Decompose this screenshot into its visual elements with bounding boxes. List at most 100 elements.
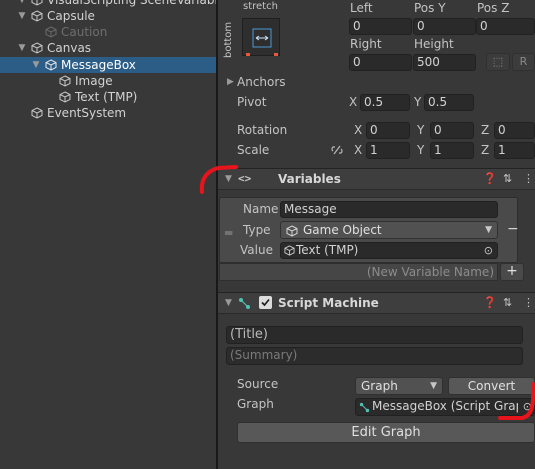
new-variable-row: (New Variable Name) — [219, 263, 498, 281]
gameobject-cube-icon — [31, 107, 43, 119]
hierarchy-item-canvas[interactable]: ▼ Canvas — [0, 40, 216, 56]
variable-name-field[interactable]: Message — [280, 201, 498, 218]
right-field[interactable]: 0 — [349, 54, 412, 71]
pos-y-label: Pos Y — [414, 1, 446, 15]
height-field[interactable]: 500 — [413, 54, 476, 71]
height-label: Height — [414, 37, 454, 51]
hierarchy-item-capsule[interactable]: ▼ Capsule — [0, 8, 216, 24]
rotation-z-label: Z — [481, 123, 490, 137]
anchors-label[interactable]: Anchors — [237, 75, 286, 89]
variable-name-label: Name — [243, 202, 279, 216]
hierarchy-item-eventsystem[interactable]: EventSystem — [0, 105, 216, 121]
variable-value-label: Value — [240, 243, 273, 257]
gameobject-cube-icon — [31, 0, 43, 6]
hierarchy-item-scene-variables[interactable]: ▼ VisualScripting SceneVariables — [0, 0, 216, 8]
anchors-foldout-icon[interactable]: ▶ — [227, 77, 234, 87]
blueprint-mode-button[interactable]: ⬚ — [486, 53, 510, 71]
variables-title: Variables — [278, 172, 341, 186]
hierarchy-item-label: Capsule — [47, 9, 95, 23]
hierarchy-item-label: VisualScripting SceneVariables — [47, 0, 216, 7]
graph-title-input[interactable]: (Title) — [226, 326, 523, 344]
rotation-x-label: X — [354, 123, 363, 137]
collapse-arrow-icon[interactable]: ▼ — [17, 8, 27, 24]
more-options-icon[interactable]: ⋮ — [523, 296, 534, 309]
anchor-preset-stretch-label: stretch — [243, 1, 278, 12]
inspector-panel: stretch bottom Left Pos Y Pos Z 0 0 0 Ri… — [218, 0, 535, 469]
more-options-icon[interactable]: ⋮ — [523, 172, 534, 185]
scale-label: Scale — [237, 143, 270, 157]
script-machine-title: Script Machine — [278, 296, 379, 310]
scale-x-label: X — [354, 143, 363, 157]
variable-type-dropdown[interactable]: Game Object ▼ — [280, 221, 498, 239]
variable-value-text: Text (TMP) — [296, 243, 359, 257]
pivot-label: Pivot — [237, 95, 267, 109]
variable-type-value: Game Object — [303, 223, 382, 237]
help-icon[interactable]: ❓ — [483, 296, 497, 309]
hierarchy-item-text-tmp[interactable]: Text (TMP) — [0, 89, 216, 105]
pos-y-field[interactable]: 0 — [413, 18, 476, 35]
gameobject-cube-icon — [59, 75, 71, 87]
hierarchy-item-label: MessageBox — [61, 58, 136, 72]
collapse-arrow-icon[interactable]: ▼ — [17, 40, 27, 56]
anchor-preset-button[interactable] — [242, 18, 280, 56]
help-icon[interactable]: ❓ — [483, 172, 497, 185]
component-enabled-checkbox[interactable] — [259, 296, 272, 309]
left-label: Left — [350, 1, 373, 15]
hierarchy-item-label: Image — [75, 74, 113, 88]
source-value: Graph — [361, 379, 398, 393]
script-machine-component-header[interactable]: ▼ Script Machine ❓ ⇅ ⋮ — [218, 292, 535, 314]
rotation-z-field[interactable]: 0 — [494, 122, 535, 139]
hierarchy-item-label: Canvas — [47, 41, 92, 55]
script-machine-foldout-icon[interactable]: ▼ — [225, 298, 232, 308]
scale-z-field[interactable]: 1 — [494, 142, 535, 159]
scale-y-field[interactable]: 1 — [430, 142, 474, 159]
chevron-down-icon: ▼ — [485, 225, 492, 235]
raw-edit-button[interactable]: R — [512, 53, 535, 71]
rotation-y-field[interactable]: 0 — [430, 122, 474, 139]
hierarchy-panel: ▼ VisualScripting SceneVariables ▼ Capsu… — [0, 0, 216, 469]
pos-z-field[interactable]: 0 — [476, 18, 535, 35]
presets-sliders-icon[interactable]: ⇅ — [503, 172, 512, 185]
add-variable-button[interactable]: + — [500, 263, 524, 281]
hierarchy-item-label: EventSystem — [47, 106, 127, 120]
gameobject-cube-icon — [284, 245, 295, 256]
collapse-arrow-icon[interactable]: ▼ — [17, 0, 27, 8]
constrain-proportions-link-icon[interactable] — [330, 144, 344, 156]
chevron-down-icon: ▼ — [430, 381, 437, 391]
anchor-stretch-icon — [246, 28, 278, 56]
remove-variable-button[interactable]: − — [507, 221, 519, 237]
hierarchy-item-label: Caution — [61, 25, 108, 39]
rotation-x-field[interactable]: 0 — [366, 122, 410, 139]
gameobject-cube-icon — [45, 59, 57, 71]
gameobject-cube-icon — [286, 225, 298, 237]
hierarchy-item-image[interactable]: Image — [0, 73, 216, 89]
gameobject-cube-icon — [31, 10, 43, 22]
hierarchy-item-label: Text (TMP) — [75, 90, 138, 104]
object-picker-icon[interactable]: ⊙ — [484, 243, 493, 258]
pivot-y-field[interactable]: 0.5 — [424, 94, 474, 111]
script-graph-icon — [239, 298, 250, 309]
drag-handle-icon[interactable]: ═ — [225, 226, 232, 240]
pivot-x-field[interactable]: 0.5 — [360, 94, 410, 111]
variable-type-label: Type — [243, 223, 271, 237]
new-variable-name-input[interactable]: (New Variable Name) — [367, 265, 494, 279]
scale-x-field[interactable]: 1 — [366, 142, 410, 159]
presets-sliders-icon[interactable]: ⇅ — [503, 296, 512, 309]
variables-component-header[interactable]: ▼ <> Variables ❓ ⇅ ⋮ — [218, 168, 535, 190]
annotation-stroke-left — [199, 165, 238, 194]
edit-graph-button[interactable]: Edit Graph — [237, 422, 535, 443]
scale-y-label: Y — [417, 143, 425, 157]
left-field[interactable]: 0 — [349, 18, 412, 35]
source-dropdown[interactable]: Graph ▼ — [355, 377, 443, 395]
anchor-preset-bottom-label: bottom — [223, 21, 234, 58]
graph-label: Graph — [237, 397, 274, 411]
gameobject-cube-icon — [59, 91, 71, 103]
pivot-x-label: X — [349, 95, 358, 109]
source-label: Source — [237, 377, 279, 391]
hierarchy-item-caution[interactable]: Caution — [0, 24, 216, 40]
graph-summary-input[interactable]: (Summary) — [226, 347, 523, 365]
pivot-y-label: Y — [414, 95, 422, 109]
variable-value-field[interactable]: Text (TMP) ⊙ — [280, 242, 498, 259]
collapse-arrow-icon[interactable]: ▼ — [31, 57, 41, 73]
hierarchy-item-messagebox[interactable]: ▼ MessageBox — [0, 57, 216, 73]
